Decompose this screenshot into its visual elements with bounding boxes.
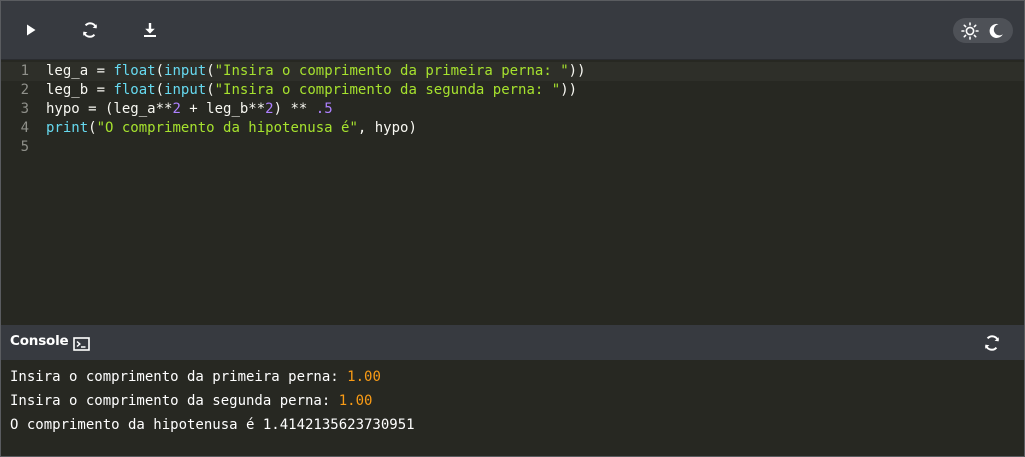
code-text: leg_a = float(input("Insira o compriment… <box>46 62 586 81</box>
console-output: Insira o comprimento da primeira perna: … <box>1 360 1024 456</box>
console-line: O comprimento da hipotenusa é 1.41421356… <box>10 416 415 435</box>
console-header: Console <box>1 325 1024 360</box>
theme-toggle[interactable] <box>953 18 1013 43</box>
line-number: 1 <box>20 63 29 79</box>
console-user-input: 1.00 <box>347 369 381 385</box>
code-token: 2 <box>265 101 274 117</box>
code-token: ( <box>206 63 215 79</box>
run-button[interactable] <box>17 16 45 44</box>
code-token: leg_b = <box>46 82 114 98</box>
terminal-icon <box>73 336 90 355</box>
code-token: print <box>46 120 89 136</box>
code-token: "Insira o comprimento da segunda perna: … <box>214 82 561 98</box>
code-line[interactable]: 3 hypo = (leg_a**2 + leg_b**2) ** .5 <box>1 100 1024 119</box>
code-token: "O comprimento da hipotenusa é" <box>96 120 358 136</box>
code-token: "Insira o comprimento da primeira perna:… <box>214 63 569 79</box>
line-number: 4 <box>20 120 29 136</box>
console-line: Insira o comprimento da segunda perna: 1… <box>10 392 372 411</box>
refresh-icon <box>82 22 98 38</box>
play-icon <box>27 24 36 36</box>
line-number: 5 <box>20 139 29 155</box>
code-playground: 1 leg_a = float(input("Insira o comprimen… <box>0 0 1025 457</box>
download-button[interactable] <box>136 16 164 44</box>
code-token: 2 <box>172 101 181 117</box>
console-text: Insira o comprimento da primeira perna: <box>10 369 348 385</box>
code-token: hypo = (leg_a** <box>46 101 173 117</box>
reset-button[interactable] <box>76 16 104 44</box>
code-token: + leg_b** <box>180 101 266 117</box>
code-text: print("O comprimento da hipotenusa é", h… <box>46 119 417 138</box>
line-number: 3 <box>20 101 29 117</box>
console-clear-button[interactable] <box>981 332 1003 354</box>
code-token: ( <box>88 120 97 136</box>
code-token: float <box>113 82 156 98</box>
console-text: Insira o comprimento da segunda perna: <box>10 393 339 409</box>
console-user-input: 1.00 <box>338 393 373 409</box>
code-text: hypo = (leg_a**2 + leg_b**2) ** .5 <box>46 100 333 119</box>
console-text: O comprimento da hipotenusa é 1.41421356… <box>10 417 415 433</box>
sun-icon[interactable] <box>959 20 981 42</box>
code-token: float <box>113 63 156 79</box>
code-line[interactable]: 1 leg_a = float(input("Insira o comprimen… <box>1 62 1024 81</box>
editor-toolbar <box>1 1 1024 60</box>
code-token: )) <box>560 82 578 98</box>
code-line[interactable]: 2 leg_b = float(input("Insira o comprimen… <box>1 81 1024 100</box>
code-line[interactable]: 5 <box>1 138 1024 157</box>
code-token: , hypo) <box>357 120 417 136</box>
code-editor[interactable]: 1 leg_a = float(input("Insira o comprimen… <box>1 60 1024 325</box>
code-token: ) ** <box>273 101 316 117</box>
console-line: Insira o comprimento da primeira perna: … <box>10 368 381 387</box>
code-token: .5 <box>315 101 333 117</box>
code-token: input <box>164 82 207 98</box>
refresh-icon <box>984 335 1000 351</box>
download-icon <box>144 23 156 37</box>
code-token: ( <box>155 82 165 98</box>
line-number: 2 <box>20 82 29 98</box>
console-title: Console <box>10 333 69 349</box>
code-token: )) <box>568 63 586 79</box>
code-text: leg_b = float(input("Insira o compriment… <box>46 81 577 100</box>
code-token: input <box>164 63 207 79</box>
code-line[interactable]: 4 print("O comprimento da hipotenusa é", … <box>1 119 1024 138</box>
code-token: ( <box>206 82 215 98</box>
code-token: leg_a = <box>46 63 114 79</box>
code-token: ( <box>155 63 165 79</box>
moon-icon[interactable] <box>985 20 1007 42</box>
